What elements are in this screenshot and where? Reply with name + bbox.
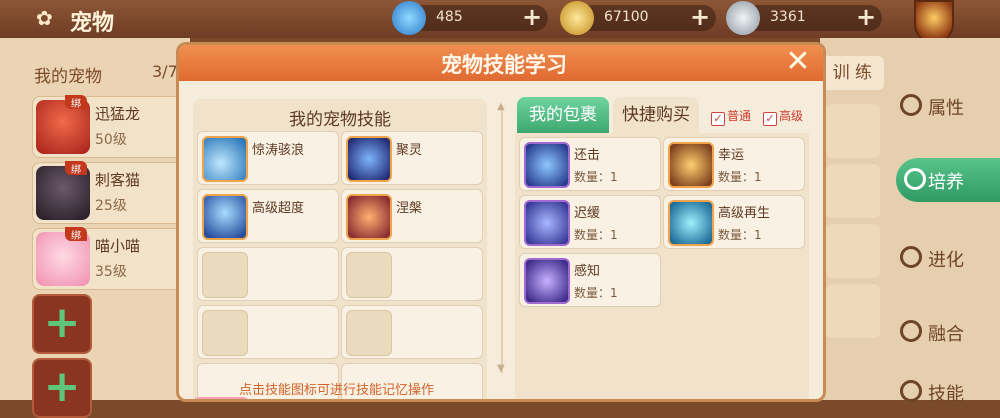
evolve-icon — [900, 246, 922, 268]
scroll-up-icon[interactable]: ▲ — [497, 101, 505, 112]
checkbox-checked-icon: ✓ — [763, 112, 777, 126]
gold-coin-icon — [560, 1, 594, 35]
empty-slot — [202, 310, 248, 356]
skill-icon — [900, 380, 922, 402]
empty-skill-slot[interactable] — [341, 247, 483, 301]
skill-slot[interactable]: 高级超度 — [197, 189, 339, 243]
bag-item[interactable]: 高级再生 数量：1 — [663, 195, 805, 249]
side-item-skill[interactable]: 技能 — [900, 372, 990, 412]
empty-skill-slot[interactable] — [341, 305, 483, 359]
background-slot — [826, 104, 880, 158]
pet-item[interactable]: 绑 喵小喵 35级 — [32, 227, 192, 290]
wave-skill-icon[interactable] — [202, 136, 248, 182]
add-pet-button[interactable]: + — [32, 358, 92, 418]
currency-diamond: 485 + — [392, 1, 548, 35]
dialog-title: 宠物技能学习 — [441, 53, 567, 77]
skill-slot[interactable]: 涅槃 — [341, 189, 483, 243]
plus-icon: + — [43, 297, 81, 348]
side-item-fuse[interactable]: 融合 — [900, 312, 990, 352]
empty-slot — [346, 310, 392, 356]
bound-badge: 绑 — [65, 161, 87, 176]
pet-item[interactable]: 绑 刺客猫 25级 — [32, 161, 192, 224]
slow-skill-book-icon[interactable] — [524, 200, 570, 246]
hint-text: 点击技能图标可进行技能记忆操作 — [239, 383, 435, 398]
checkbox-checked-icon: ✓ — [711, 112, 725, 126]
tab-quick-buy[interactable]: 快捷购买 — [613, 97, 699, 133]
diamond-icon — [392, 1, 426, 35]
pet-skills-panel: 我的宠物技能 惊涛骇浪 聚灵 高级超度 涅槃 — [193, 99, 487, 399]
pet-list-title: 我的宠物 — [34, 67, 102, 87]
bag-item[interactable]: 迟缓 数量：1 — [519, 195, 661, 249]
currency-gold: 67100 + — [560, 1, 716, 35]
currency-silver: 3361 + — [726, 1, 882, 35]
add-pet-button[interactable]: + — [32, 294, 92, 354]
filter-advanced[interactable]: ✓ 高级 — [763, 107, 803, 126]
paw-icon: ✿ — [36, 6, 53, 30]
empty-slot — [346, 252, 392, 298]
side-item-attributes[interactable]: 属性 — [900, 86, 990, 126]
bound-badge: 绑 — [65, 95, 87, 110]
cultivate-icon — [904, 168, 926, 190]
salvation-skill-icon[interactable] — [202, 194, 248, 240]
close-button[interactable]: ✕ — [782, 47, 814, 79]
top-bar: ✿ 宠物 485 + 67100 + 3361 + — [0, 0, 1000, 44]
add-diamond-button[interactable]: + — [520, 5, 544, 30]
scroll-divider[interactable] — [501, 105, 503, 373]
perception-skill-book-icon[interactable] — [524, 258, 570, 304]
regen-skill-book-icon[interactable] — [668, 200, 714, 246]
side-item-evolve[interactable]: 进化 — [900, 238, 990, 278]
empty-skill-slot[interactable] — [197, 305, 339, 359]
bag-item[interactable]: 还击 数量：1 — [519, 137, 661, 191]
skill-slot[interactable]: 惊涛骇浪 — [197, 131, 339, 185]
add-gold-button[interactable]: + — [688, 5, 712, 30]
add-silver-button[interactable]: + — [854, 5, 878, 30]
luck-skill-book-icon[interactable] — [668, 142, 714, 188]
bag-panel: 还击 数量：1 幸运 数量：1 迟缓 数量：1 高级再生 数量：1 感知 数量：… — [515, 133, 809, 399]
pet-list-panel: 我的宠物 3/7 绑 迅猛龙 50级 绑 刺客猫 25级 绑 喵小喵 35级 +… — [0, 38, 192, 418]
filter-normal[interactable]: ✓ 普通 — [711, 107, 751, 126]
silver-coin-icon — [726, 1, 760, 35]
skill-slot[interactable]: 聚灵 — [341, 131, 483, 185]
tab-my-bag[interactable]: 我的包裹 — [517, 97, 609, 133]
pet-count: 3/7 — [152, 62, 178, 81]
attributes-icon — [900, 94, 922, 116]
side-item-cultivate[interactable]: 培养 — [896, 158, 1000, 202]
fuse-icon — [900, 320, 922, 342]
background-slot — [826, 224, 880, 278]
plus-icon: + — [43, 361, 81, 412]
bag-item[interactable]: 幸运 数量：1 — [663, 137, 805, 191]
gather-spirit-skill-icon[interactable] — [346, 136, 392, 182]
dialog-header: 宠物技能学习 ✕ — [179, 45, 823, 81]
pet-item[interactable]: 绑 迅猛龙 50级 — [32, 95, 192, 158]
counter-skill-book-icon[interactable] — [524, 142, 570, 188]
empty-skill-slot[interactable] — [197, 247, 339, 301]
bag-item[interactable]: 感知 数量：1 — [519, 253, 661, 307]
skill-learn-dialog: 宠物技能学习 ✕ 我的宠物技能 惊涛骇浪 聚灵 高级超度 涅槃 ▲ ▼ 我的包裹… — [176, 42, 826, 402]
scroll-down-icon[interactable]: ▼ — [497, 363, 505, 374]
empty-slot — [202, 252, 248, 298]
pet-skills-title: 我的宠物技能 — [289, 110, 391, 130]
nirvana-skill-icon[interactable] — [346, 194, 392, 240]
background-slot — [826, 164, 880, 218]
background-slot — [826, 284, 880, 338]
bound-badge: 绑 — [65, 227, 87, 242]
page-title: 宠物 — [70, 11, 115, 36]
